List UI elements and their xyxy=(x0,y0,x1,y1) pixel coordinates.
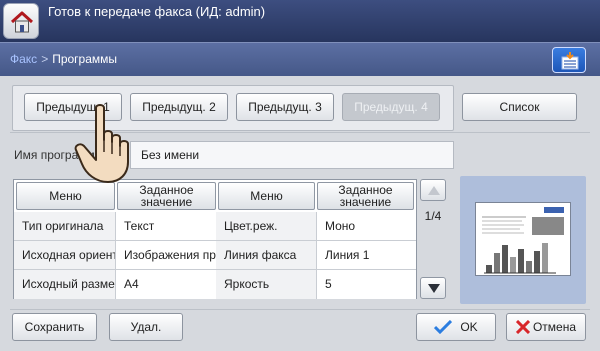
table-scrollbar: 1/4 xyxy=(420,179,446,299)
document-thumbnail-icon xyxy=(482,207,564,274)
breadcrumb: Факс > Программы xyxy=(10,52,117,66)
save-button[interactable]: Сохранить xyxy=(12,313,97,341)
delete-button[interactable]: Удал. xyxy=(109,313,183,341)
job-status-button[interactable] xyxy=(552,47,586,73)
top-bar: Готов к передаче факса (ИД: admin) xyxy=(0,0,600,42)
scroll-up-button[interactable] xyxy=(420,179,446,201)
table-cell-menu[interactable]: Цвет.реж. xyxy=(216,212,316,241)
table-cell-value[interactable]: Линия 1 xyxy=(316,241,416,270)
job-list-icon xyxy=(561,52,579,70)
arrow-up-icon xyxy=(428,186,440,195)
scroll-down-button[interactable] xyxy=(420,277,446,299)
table-cell-value[interactable]: Текст xyxy=(115,212,216,241)
previous-3-button[interactable]: Предыдущ. 3 xyxy=(236,93,334,121)
document-preview[interactable] xyxy=(460,176,586,304)
home-button[interactable] xyxy=(3,3,39,39)
page-indicator: 1/4 xyxy=(424,209,442,223)
window-title: Готов к передаче факса (ИД: admin) xyxy=(48,4,266,19)
ok-label: OK xyxy=(460,320,478,334)
settings-table: Меню Заданное значение Меню Заданное зна… xyxy=(13,179,417,299)
ok-button[interactable]: OK xyxy=(416,313,496,341)
column-header-menu: Меню xyxy=(16,182,115,210)
table-cell-menu[interactable]: Исходная ориентация xyxy=(14,241,115,270)
column-header-menu: Меню xyxy=(218,182,315,210)
close-icon xyxy=(515,320,530,334)
table-cell-menu[interactable]: Тип оригинала xyxy=(14,212,115,241)
home-icon xyxy=(10,11,34,33)
table-cell-value[interactable]: A4 xyxy=(115,270,216,299)
cancel-label: Отмена xyxy=(532,320,577,334)
breadcrumb-bar: Факс > Программы xyxy=(0,42,600,76)
column-header-value: Заданное значение xyxy=(117,182,216,210)
hand-pointer-icon xyxy=(74,104,129,183)
table-cell-value[interactable]: Моно xyxy=(316,212,416,241)
table-cell-value[interactable]: Изображения прямо xyxy=(115,241,216,270)
cancel-button[interactable]: Отмена xyxy=(506,313,586,341)
column-header-value: Заданное значение xyxy=(317,182,414,210)
breadcrumb-separator: > xyxy=(41,52,49,66)
arrow-down-icon xyxy=(428,284,440,293)
previous-2-button[interactable]: Предыдущ. 2 xyxy=(130,93,228,121)
table-cell-menu[interactable]: Линия факса xyxy=(216,241,316,270)
program-name-field[interactable]: Без имени xyxy=(130,141,454,169)
breadcrumb-current: Программы xyxy=(52,52,118,66)
list-button[interactable]: Список xyxy=(462,93,577,121)
table-cell-menu[interactable]: Исходный размер xyxy=(14,270,115,299)
breadcrumb-fax[interactable]: Факс xyxy=(10,52,37,66)
table-cell-menu[interactable]: Яркость xyxy=(216,270,316,299)
table-cell-value[interactable]: 5 xyxy=(316,270,416,299)
divider xyxy=(10,309,590,310)
previous-4-button: Предыдущ. 4 xyxy=(342,93,440,121)
checkmark-icon xyxy=(434,320,453,334)
preview-page xyxy=(475,202,571,276)
